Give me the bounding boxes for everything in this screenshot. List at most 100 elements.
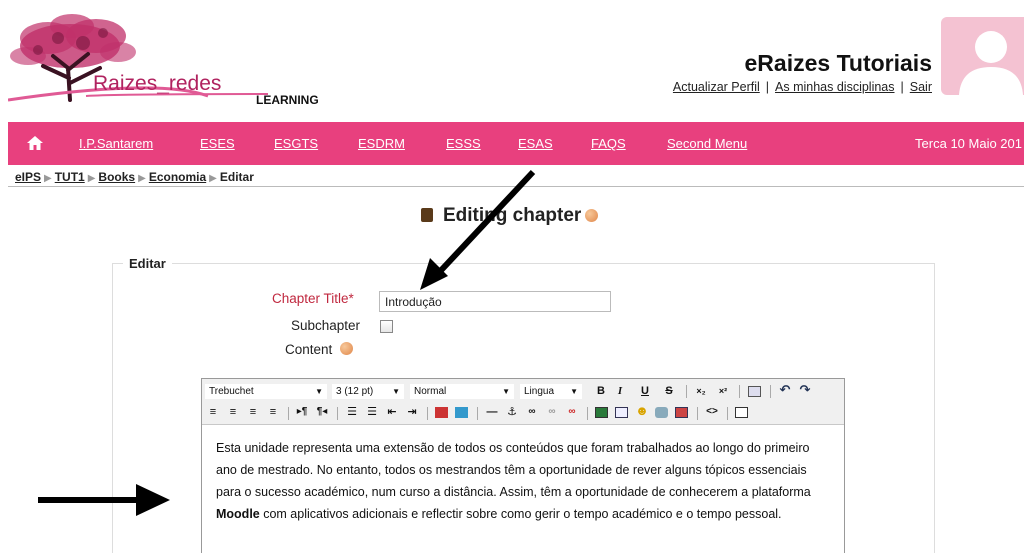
editor-text: Esta unidade representa uma extensão de … xyxy=(216,441,811,499)
page-root: Raizes_redes LEARNING eRaizes Tutoriais … xyxy=(0,0,1024,553)
content-label: Content xyxy=(285,342,354,357)
breadcrumb-link[interactable]: TUT1 xyxy=(55,170,85,184)
site-title: eRaizes Tutoriais xyxy=(744,50,932,76)
toolbar-separator xyxy=(288,407,289,420)
nolink-icon[interactable]: ∞ xyxy=(565,405,579,419)
update-profile-link[interactable]: Actualizar Perfil xyxy=(673,80,760,94)
toolbar-separator xyxy=(587,407,588,420)
home-icon[interactable] xyxy=(26,135,44,151)
breadcrumb-arrow-icon: ▶ xyxy=(138,173,146,184)
nav-item-esgts[interactable]: ESGTS xyxy=(274,136,318,151)
outdent-icon[interactable]: ⇤ xyxy=(385,405,399,419)
smiley-icon[interactable]: ☻ xyxy=(635,404,649,418)
chapter-title-label: Chapter Title* xyxy=(272,291,354,306)
logout-link[interactable]: Sair xyxy=(910,80,932,94)
breadcrumb-link[interactable]: Books xyxy=(98,170,135,184)
svg-text:Raizes_redes: Raizes_redes xyxy=(93,72,221,95)
breadcrumb-arrow-icon: ▶ xyxy=(209,173,217,184)
justify-icon[interactable]: ≡ xyxy=(266,405,280,419)
toolbar-separator xyxy=(477,407,478,420)
help-icon[interactable] xyxy=(340,342,354,355)
image-icon[interactable] xyxy=(595,407,608,418)
toolbar-separator xyxy=(337,407,338,420)
html-editor: Trebuchet ▼ 3 (12 pt) ▼ Normal ▼ Lingua ▼ B … xyxy=(201,378,845,553)
text-color-icon[interactable] xyxy=(435,407,448,418)
editor-toolbar: Trebuchet ▼ 3 (12 pt) ▼ Normal ▼ Lingua ▼ B … xyxy=(202,379,844,425)
chevron-down-icon: ▼ xyxy=(315,387,323,396)
ltr-icon[interactable]: ▸¶ xyxy=(295,405,309,419)
my-courses-link[interactable]: As minhas disciplinas xyxy=(775,80,895,94)
editor-bold-text: Moodle xyxy=(216,507,260,521)
nav-item-esss[interactable]: ESSS xyxy=(446,136,481,151)
book-icon xyxy=(421,208,433,222)
separator: | xyxy=(765,80,770,94)
nav-item-eses[interactable]: ESES xyxy=(200,136,235,151)
html-source-icon[interactable]: <> xyxy=(705,405,719,419)
breadcrumb-link[interactable]: eIPS xyxy=(15,170,41,184)
clean-word-icon[interactable] xyxy=(748,386,761,397)
chapter-title-input[interactable] xyxy=(379,291,611,312)
nav-item-ipsantarem[interactable]: I.P.Santarem xyxy=(79,136,153,151)
redo-icon[interactable]: ↷ xyxy=(798,383,812,397)
breadcrumb-arrow-icon: ▶ xyxy=(44,173,52,184)
link-icon[interactable]: ∞ xyxy=(525,405,539,419)
format-select[interactable]: Normal ▼ xyxy=(410,384,514,399)
current-date: Terca 10 Maio 201 xyxy=(915,136,1022,151)
page-title: Editing chapter xyxy=(421,205,599,227)
font-size-select[interactable]: 3 (12 pt) ▼ xyxy=(332,384,404,399)
nav-item-esas[interactable]: ESAS xyxy=(518,136,553,151)
editor-text: com aplicativos adicionais e reflectir s… xyxy=(259,507,782,521)
separator: | xyxy=(900,80,904,94)
toolbar-separator xyxy=(686,385,687,398)
indent-icon[interactable]: ⇥ xyxy=(405,405,419,419)
unordered-list-icon[interactable]: ☰ xyxy=(365,405,379,419)
fieldset-legend: Editar xyxy=(123,256,172,271)
rtl-icon[interactable]: ¶◂ xyxy=(315,405,329,419)
horizontal-rule-icon[interactable]: — xyxy=(485,405,499,419)
background-color-icon[interactable] xyxy=(455,407,468,418)
chevron-down-icon: ▼ xyxy=(392,387,400,396)
toolbar-separator xyxy=(427,407,428,420)
required-mark: * xyxy=(348,291,354,306)
align-center-icon[interactable]: ≡ xyxy=(226,405,240,419)
font-family-select[interactable]: Trebuchet ▼ xyxy=(205,384,327,399)
site-logo[interactable]: Raizes_redes LEARNING xyxy=(7,8,338,112)
toolbar-separator xyxy=(770,385,771,398)
chevron-down-icon: ▼ xyxy=(570,387,578,396)
italic-button[interactable]: I xyxy=(613,384,627,398)
subscript-icon[interactable]: ×₂ xyxy=(694,384,708,398)
font-family-value: Trebuchet xyxy=(209,386,254,397)
nav-item-esdrm[interactable]: ESDRM xyxy=(358,136,405,151)
chevron-down-icon: ▼ xyxy=(502,387,510,396)
fullscreen-icon[interactable] xyxy=(735,407,748,418)
avatar[interactable] xyxy=(941,17,1024,95)
underline-button[interactable]: U xyxy=(638,384,652,398)
anchor-icon[interactable]: ⚓ xyxy=(505,405,519,419)
content-label-text: Content xyxy=(285,342,333,357)
unlink-icon[interactable]: ∞ xyxy=(545,405,559,419)
table-icon[interactable] xyxy=(615,407,628,418)
undo-icon[interactable]: ↶ xyxy=(778,383,792,397)
subchapter-checkbox[interactable] xyxy=(380,320,393,333)
editor-content[interactable]: Esta unidade representa uma extensão de … xyxy=(216,437,826,525)
chapter-title-label-text: Chapter Title xyxy=(272,291,349,306)
nav-item-second-menu[interactable]: Second Menu xyxy=(667,136,747,151)
help-icon[interactable] xyxy=(585,209,599,222)
align-left-icon[interactable]: ≡ xyxy=(206,405,220,419)
font-size-value: 3 (12 pt) xyxy=(336,386,374,397)
superscript-icon[interactable]: ×² xyxy=(716,384,730,398)
strikethrough-button[interactable]: S xyxy=(662,384,676,398)
ordered-list-icon[interactable]: ☰ xyxy=(345,405,359,419)
special-char-icon[interactable] xyxy=(655,407,668,418)
main-navbar: I.P.Santarem ESES ESGTS ESDRM ESSS ESAS … xyxy=(8,122,1024,165)
page-title-text: Editing chapter xyxy=(443,205,582,226)
breadcrumb: eIPS ▶ TUT1 ▶ Books ▶ Economia ▶ Editar xyxy=(15,170,254,184)
align-right-icon[interactable]: ≡ xyxy=(246,405,260,419)
breadcrumb-arrow-icon: ▶ xyxy=(87,173,96,184)
subchapter-label: Subchapter xyxy=(291,318,361,333)
bold-button[interactable]: B xyxy=(594,384,608,398)
search-replace-icon[interactable] xyxy=(675,407,688,418)
breadcrumb-link[interactable]: Economia xyxy=(149,170,206,184)
language-select[interactable]: Lingua ▼ xyxy=(520,384,582,399)
nav-item-faqs[interactable]: FAQS xyxy=(591,136,626,151)
